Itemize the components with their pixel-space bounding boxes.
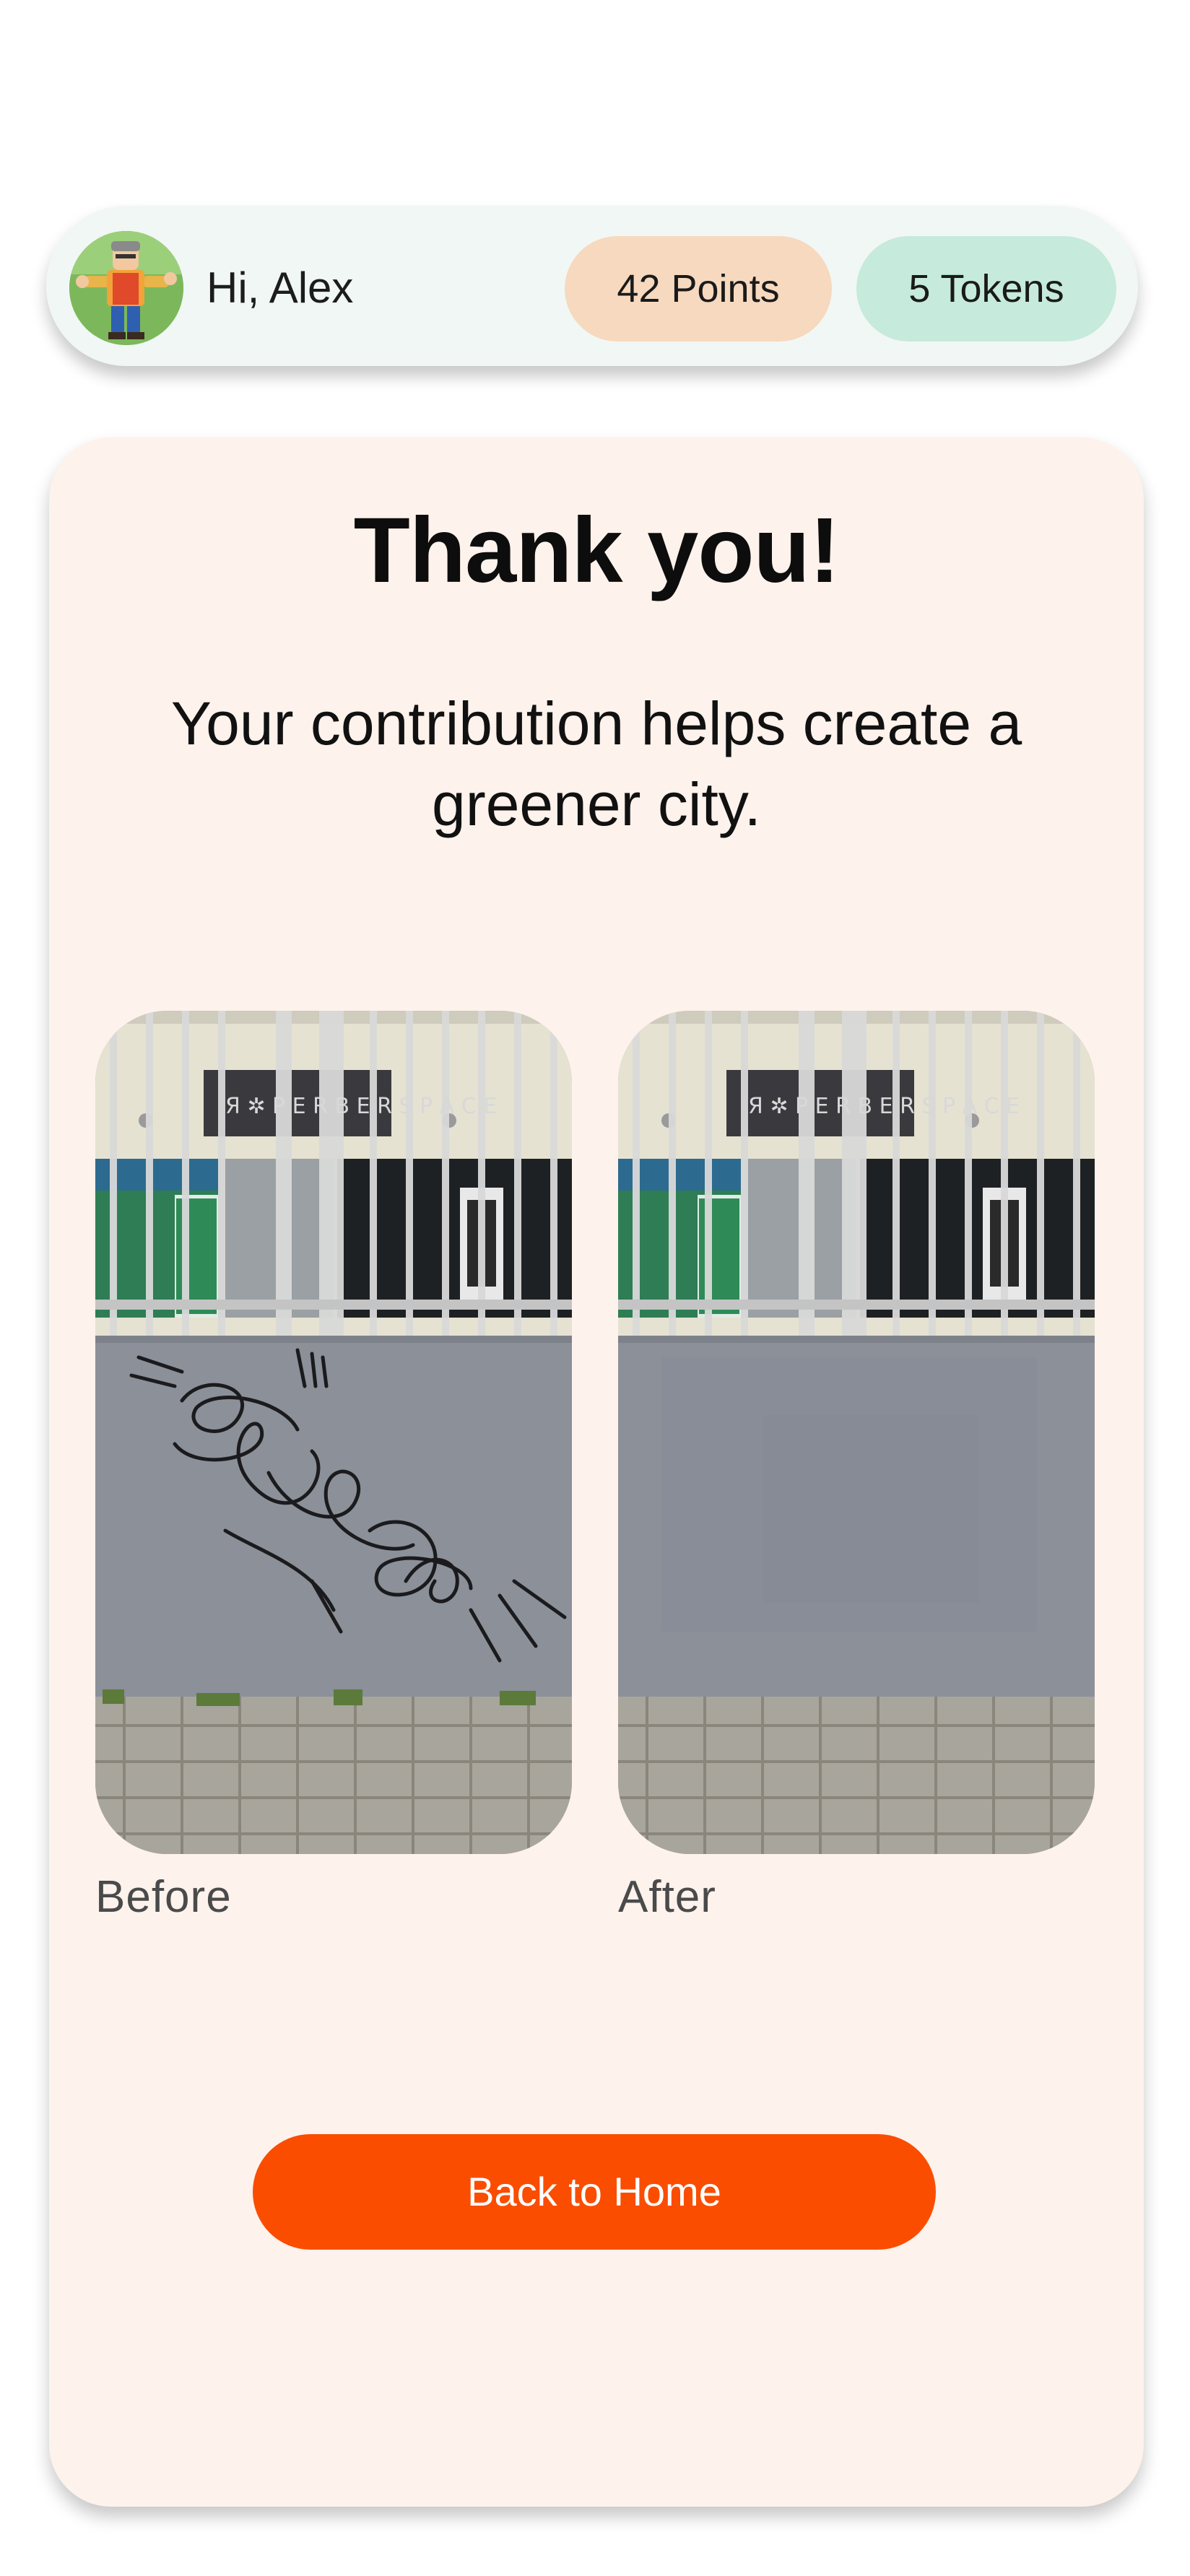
page-title: Thank you! xyxy=(353,499,841,602)
tokens-badge[interactable]: 5 Tokens xyxy=(856,236,1116,341)
avatar[interactable] xyxy=(69,231,183,345)
svg-text:Я ✲ P E R B E R S P A C E: Я ✲ P E R B E R S P A C E xyxy=(748,1094,1020,1119)
user-header: Hi, Alex 42 Points 5 Tokens xyxy=(46,206,1138,366)
after-caption: After xyxy=(618,1872,716,1922)
svg-text:Я ✲ P E R B E R S P A C E: Я ✲ P E R B E R S P A C E xyxy=(225,1094,497,1119)
thank-you-card: Thank you! Your contribution helps creat… xyxy=(49,438,1144,2507)
before-caption: Before xyxy=(95,1872,232,1922)
greeting-text: Hi, Alex xyxy=(207,264,354,312)
points-badge[interactable]: 42 Points xyxy=(565,236,832,341)
clean-wall-photo: Я ✲ P E R B E R S P A C E xyxy=(618,1011,1095,1854)
after-photo: Я ✲ P E R B E R S P A C E xyxy=(618,1011,1095,1854)
before-photo: Я ✲ P E R B E R S P A C E xyxy=(95,1011,572,1854)
character-avatar-icon xyxy=(69,231,183,345)
graffiti-wall-photo: Я ✲ P E R B E R S P A C E xyxy=(95,1011,572,1854)
back-to-home-button[interactable]: Back to Home xyxy=(253,2134,936,2250)
page-subtitle: Your contribution helps create a greener… xyxy=(170,689,1022,838)
